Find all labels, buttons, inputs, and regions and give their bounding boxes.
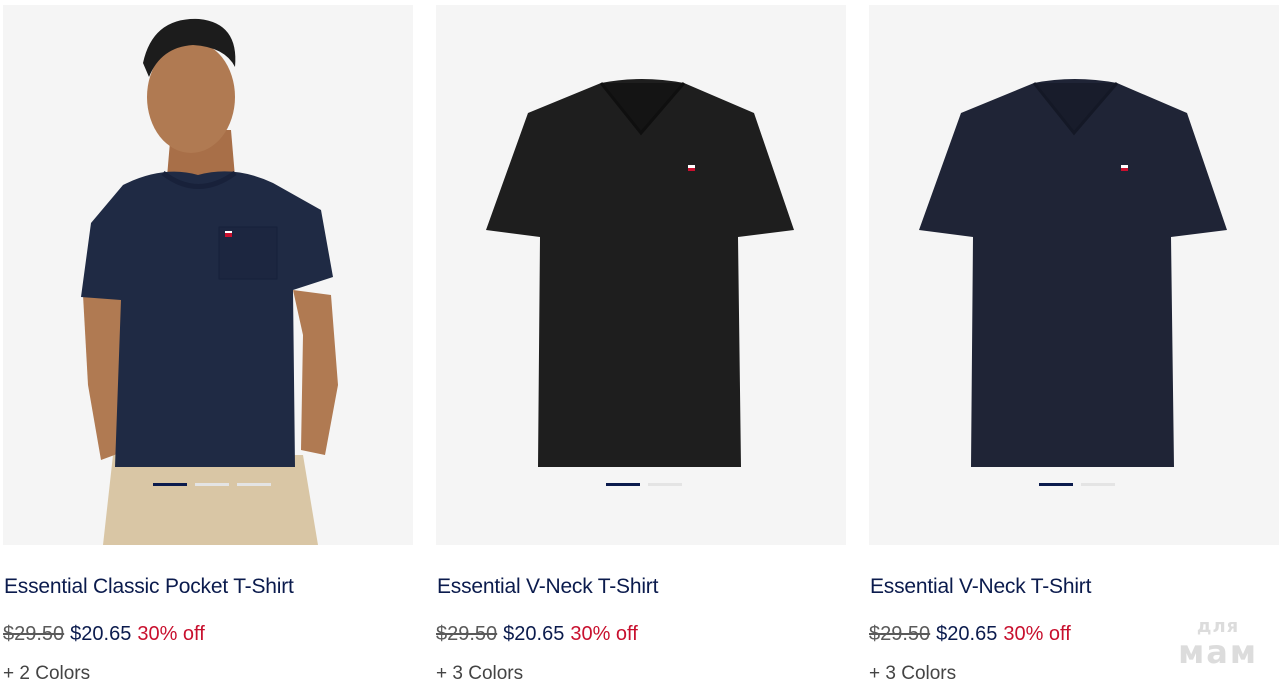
product-title[interactable]: Essential Classic Pocket T-Shirt: [4, 575, 294, 599]
carousel-dot[interactable]: [606, 483, 640, 486]
watermark-logo: для мам: [1178, 618, 1258, 671]
original-price: $29.50: [436, 623, 498, 645]
carousel-dot[interactable]: [237, 483, 271, 486]
carousel-indicators: [869, 483, 1279, 486]
carousel-dot[interactable]: [1039, 483, 1073, 486]
price-row: $29.50 $20.65 30% off: [436, 623, 638, 646]
price-row: $29.50 $20.65 30% off: [869, 623, 1071, 646]
sale-price: $20.65: [70, 623, 132, 645]
sale-price: $20.65: [503, 623, 565, 645]
carousel-dot[interactable]: [1081, 483, 1115, 486]
model-pocket-tshirt-image: [81, 18, 338, 545]
carousel-indicators: [436, 483, 846, 486]
discount-badge: 30% off: [570, 623, 638, 645]
original-price: $29.50: [869, 623, 931, 645]
watermark-line-2: мам: [1178, 633, 1258, 671]
product-card[interactable]: Essential Classic Pocket T-Shirt $29.50 $…: [3, 5, 413, 684]
more-colors-link[interactable]: + 3 Colors: [436, 663, 523, 685]
price-row: $29.50 $20.65 30% off: [3, 623, 205, 646]
product-title[interactable]: Essential V-Neck T-Shirt: [437, 575, 658, 599]
product-title[interactable]: Essential V-Neck T-Shirt: [870, 575, 1091, 599]
vneck-tshirt-navy-image: [919, 79, 1227, 467]
carousel-dot[interactable]: [153, 483, 187, 486]
product-card[interactable]: Essential V-Neck T-Shirt $29.50 $20.65 30%…: [436, 5, 846, 684]
carousel-dot[interactable]: [195, 483, 229, 486]
product-card[interactable]: Essential V-Neck T-Shirt $29.50 $20.65 30%…: [869, 5, 1279, 684]
sale-price: $20.65: [936, 623, 998, 645]
carousel-indicators: [3, 483, 413, 486]
more-colors-link[interactable]: + 2 Colors: [3, 663, 90, 685]
more-colors-link[interactable]: + 3 Colors: [869, 663, 956, 685]
vneck-tshirt-black-image: [486, 79, 794, 467]
product-image[interactable]: [436, 5, 846, 545]
product-image[interactable]: [3, 5, 413, 545]
carousel-dot[interactable]: [648, 483, 682, 486]
original-price: $29.50: [3, 623, 65, 645]
discount-badge: 30% off: [137, 623, 205, 645]
product-image[interactable]: [869, 5, 1279, 545]
discount-badge: 30% off: [1003, 623, 1071, 645]
